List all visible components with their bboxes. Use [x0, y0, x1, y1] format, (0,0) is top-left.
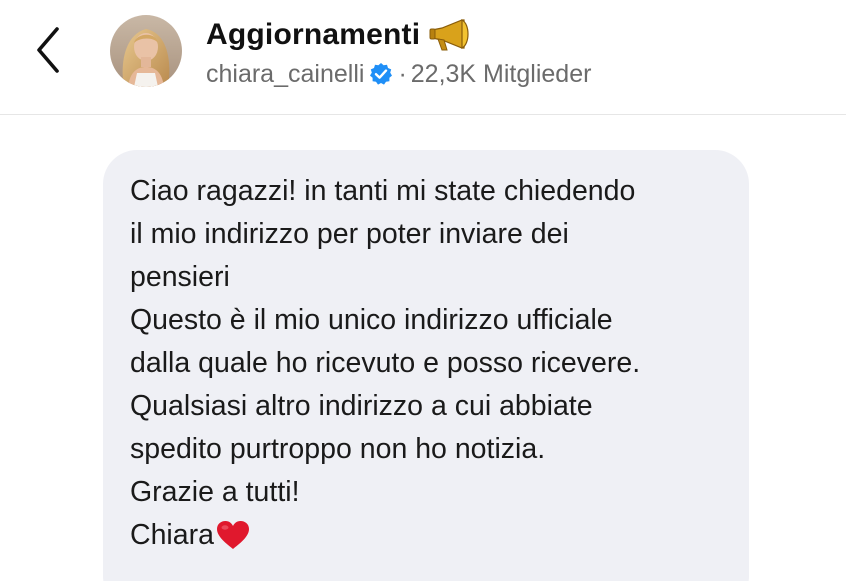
chevron-left-icon — [37, 27, 59, 73]
signature-name: Chiara — [130, 519, 214, 551]
back-button[interactable] — [22, 20, 74, 80]
channel-screen: Aggiornamenti chiara_cainelli · 22,3K Mi… — [0, 0, 846, 581]
message-text: Ciao ragazzi! in tanti mi state chiedend… — [130, 170, 740, 557]
channel-header: Aggiornamenti chiara_cainelli · 22,3K Mi… — [0, 0, 846, 115]
message-line: Grazie a tutti! — [130, 476, 300, 508]
avatar[interactable] — [110, 15, 182, 87]
channel-title-row: Aggiornamenti — [206, 14, 470, 56]
verified-badge-icon — [369, 62, 393, 86]
message-line: dalla quale ho ricevuto e posso ricevere… — [130, 347, 641, 379]
red-heart-icon — [215, 519, 251, 551]
channel-subtitle: chiara_cainelli · 22,3K Mitglieder — [206, 56, 591, 92]
message-line: Questo è il mio unico indirizzo ufficial… — [130, 304, 613, 336]
channel-username[interactable]: chiara_cainelli — [206, 60, 364, 89]
message-line: pensieri — [130, 261, 230, 293]
separator-dot: · — [398, 59, 407, 88]
signature-line: Chiara — [130, 514, 740, 557]
message-line: Ciao ragazzi! in tanti mi state chiedend… — [130, 175, 636, 207]
channel-title: Aggiornamenti — [206, 18, 421, 51]
message-line: Qualsiasi altro indirizzo a cui abbiate — [130, 390, 593, 422]
megaphone-icon — [428, 18, 470, 52]
message-line: il mio indirizzo per poter inviare dei — [130, 218, 569, 250]
member-count: 22,3K Mitglieder — [410, 59, 592, 88]
message-line: spedito purtroppo non ho notizia. — [130, 433, 546, 465]
